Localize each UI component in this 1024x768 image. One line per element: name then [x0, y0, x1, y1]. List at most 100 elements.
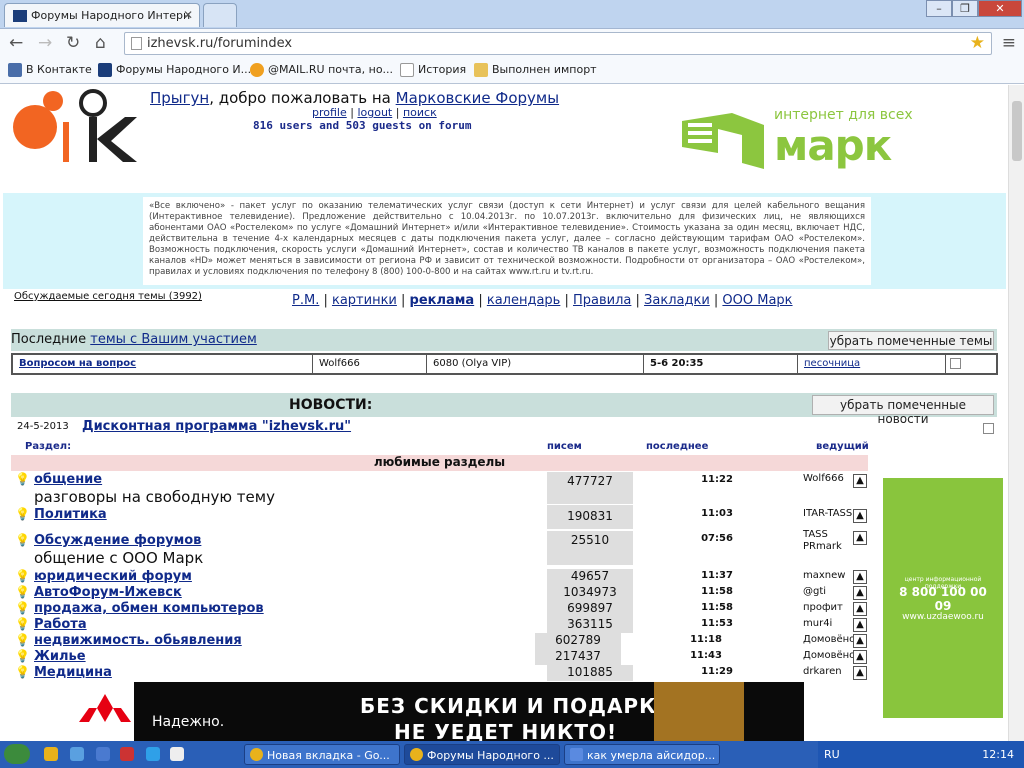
- bookmark-history[interactable]: История: [400, 63, 466, 77]
- google-icon[interactable]: [96, 747, 110, 761]
- nav-bookmarks[interactable]: Закладки: [644, 293, 710, 308]
- move-up-icon[interactable]: ▲: [853, 634, 867, 648]
- forum-link[interactable]: Работа: [34, 617, 87, 632]
- remove-marked-topics-button[interactable]: убрать помеченные темы: [828, 331, 994, 350]
- forum-link[interactable]: общение: [34, 472, 102, 487]
- bookmark-label: @MAIL.RU почта, но...: [268, 63, 394, 76]
- move-up-icon[interactable]: ▲: [853, 570, 867, 584]
- my-topics-link[interactable]: темы с Вашим участием: [90, 332, 257, 347]
- address-bar[interactable]: izhevsk.ru/forumindex ★: [124, 32, 992, 55]
- bookmark-forums[interactable]: Форумы Народного И...: [98, 63, 251, 77]
- bookmark-mail[interactable]: @MAIL.RU почта, но...: [250, 63, 394, 77]
- moderator-2: TASS PRmark: [803, 529, 842, 552]
- move-up-icon[interactable]: ▲: [853, 474, 867, 488]
- nav-pictures[interactable]: картинки: [332, 293, 397, 308]
- remove-marked-news-button[interactable]: убрать помеченные новости: [812, 395, 994, 426]
- close-tab-icon[interactable]: ✕: [183, 8, 193, 22]
- back-icon[interactable]: ←: [9, 32, 23, 54]
- start-button[interactable]: [4, 744, 30, 764]
- bookmarks-bar: В Контакте Форумы Народного И... @MAIL.R…: [0, 58, 1024, 84]
- nav-calendar[interactable]: календарь: [487, 293, 561, 308]
- logout-link[interactable]: logout: [357, 106, 392, 119]
- topic-link[interactable]: Вопросом на вопрос: [13, 355, 313, 373]
- nav-ads[interactable]: реклама: [410, 293, 475, 308]
- move-up-icon[interactable]: ▲: [853, 509, 867, 523]
- language-indicator[interactable]: RU: [824, 748, 840, 761]
- chrome-icon[interactable]: [44, 747, 58, 761]
- moderator: drkaren: [803, 666, 842, 677]
- nav-rm[interactable]: Р.М.: [292, 293, 319, 308]
- search-link[interactable]: поиск: [403, 106, 437, 119]
- minimize-button[interactable]: –: [926, 0, 952, 17]
- topic-checkbox[interactable]: [950, 358, 961, 369]
- username-link[interactable]: Прыгун: [150, 89, 209, 107]
- forum-row: 💡 Политика 190831 11:03 ITAR-TASS ▲: [11, 505, 868, 531]
- side-ad[interactable]: центр информационной поддержки 8 800 100…: [883, 478, 1003, 718]
- bookmark-star-icon[interactable]: ★: [970, 33, 985, 53]
- move-up-icon[interactable]: ▲: [853, 531, 867, 545]
- last-topics-header: Последние темы с Вашим участием убрать п…: [11, 329, 997, 351]
- move-up-icon[interactable]: ▲: [853, 602, 867, 616]
- banner-headline: БЕЗ СКИДКИ И ПОДАРКА: [360, 694, 673, 718]
- profile-link[interactable]: profile: [312, 106, 347, 119]
- forum-link[interactable]: Политика: [34, 507, 107, 522]
- nav-rules[interactable]: Правила: [573, 293, 631, 308]
- topic-time: 5-6 20:35: [644, 355, 798, 373]
- skype-icon[interactable]: [146, 747, 160, 761]
- maximize-button[interactable]: ❐: [952, 0, 978, 17]
- bulb-icon: 💡: [15, 472, 30, 486]
- forum-link[interactable]: АвтоФорум-Ижевск: [34, 585, 182, 600]
- favorite-sections-title: любимые разделы: [11, 455, 868, 471]
- move-up-icon[interactable]: ▲: [853, 618, 867, 632]
- forum-favicon-icon: [98, 63, 112, 77]
- forum-link[interactable]: продажа, обмен компьютеров: [34, 601, 264, 616]
- vertical-scrollbar[interactable]: [1008, 85, 1024, 741]
- brand-logo-icon: [76, 682, 134, 741]
- welcome-text: , добро пожаловать на: [209, 89, 396, 107]
- mark-brand: марк: [774, 121, 892, 170]
- move-up-icon[interactable]: ▲: [853, 666, 867, 680]
- task-new-tab[interactable]: Новая вкладка - Go...: [244, 744, 400, 765]
- forward-icon[interactable]: →: [38, 32, 52, 54]
- forum-link[interactable]: Обсуждение форумов: [34, 533, 201, 548]
- new-tab-button[interactable]: [203, 3, 237, 27]
- bookmark-label: В Контакте: [26, 63, 92, 76]
- forum-link[interactable]: Медицина: [34, 665, 112, 680]
- clock[interactable]: 12:14: [982, 748, 1014, 761]
- mark-logo[interactable]: интернет для всех марк: [682, 107, 932, 175]
- news-checkbox[interactable]: [983, 423, 994, 434]
- ad-banner[interactable]: Надежно. БЕЗ СКИДКИ И ПОДАРКА НЕ УЕДЕТ Н…: [76, 682, 804, 741]
- task-forums[interactable]: Форумы Народного ...: [404, 744, 560, 765]
- forum-link[interactable]: Жилье: [34, 649, 86, 664]
- news-link[interactable]: Дисконтная программа "izhevsk.ru": [82, 419, 351, 434]
- topic-forum-link[interactable]: песочница: [798, 355, 946, 373]
- nav-ooo-mark[interactable]: ООО Марк: [722, 293, 792, 308]
- home-icon[interactable]: ⌂: [95, 32, 106, 54]
- reload-icon[interactable]: ↻: [66, 32, 80, 54]
- move-up-icon[interactable]: ▲: [853, 650, 867, 664]
- forum-link[interactable]: недвижимость. обьявления: [34, 633, 242, 648]
- last-post-time: 11:58: [701, 602, 733, 613]
- forum-name-link[interactable]: Марковские Форумы: [396, 89, 559, 107]
- bookmark-vk[interactable]: В Контакте: [8, 63, 92, 77]
- last-topics-prefix: Последние: [11, 332, 91, 347]
- post-count: 477727: [547, 472, 633, 504]
- forum-link[interactable]: юридический форум: [34, 569, 192, 584]
- tab-forums[interactable]: Форумы Народного Интерн ✕: [4, 3, 200, 27]
- task-label: Форумы Народного ...: [427, 749, 554, 762]
- task-search[interactable]: как умерла айсидор...: [564, 744, 720, 765]
- close-window-button[interactable]: ✕: [978, 0, 1022, 17]
- post-count: 25510: [547, 531, 633, 565]
- media-icon[interactable]: [120, 747, 134, 761]
- site-logo[interactable]: [13, 87, 139, 165]
- today-topics-link[interactable]: Обсуждаемые сегодня темы (3992): [14, 291, 202, 302]
- forum-row: 💡 АвтоФорум-Ижевск 1034973 11:58 @gti ▲: [11, 585, 868, 601]
- move-up-icon[interactable]: ▲: [853, 586, 867, 600]
- menu-icon[interactable]: ≡: [1002, 33, 1016, 53]
- moderator: ITAR-TASS: [803, 508, 853, 519]
- notepad-icon[interactable]: [170, 747, 184, 761]
- folder-icon[interactable]: [70, 747, 84, 761]
- scroll-thumb[interactable]: [1012, 101, 1022, 161]
- promo-text: «Все включено» - пакет услуг по оказанию…: [143, 197, 871, 285]
- bookmark-imported[interactable]: Выполнен импорт: [474, 63, 597, 77]
